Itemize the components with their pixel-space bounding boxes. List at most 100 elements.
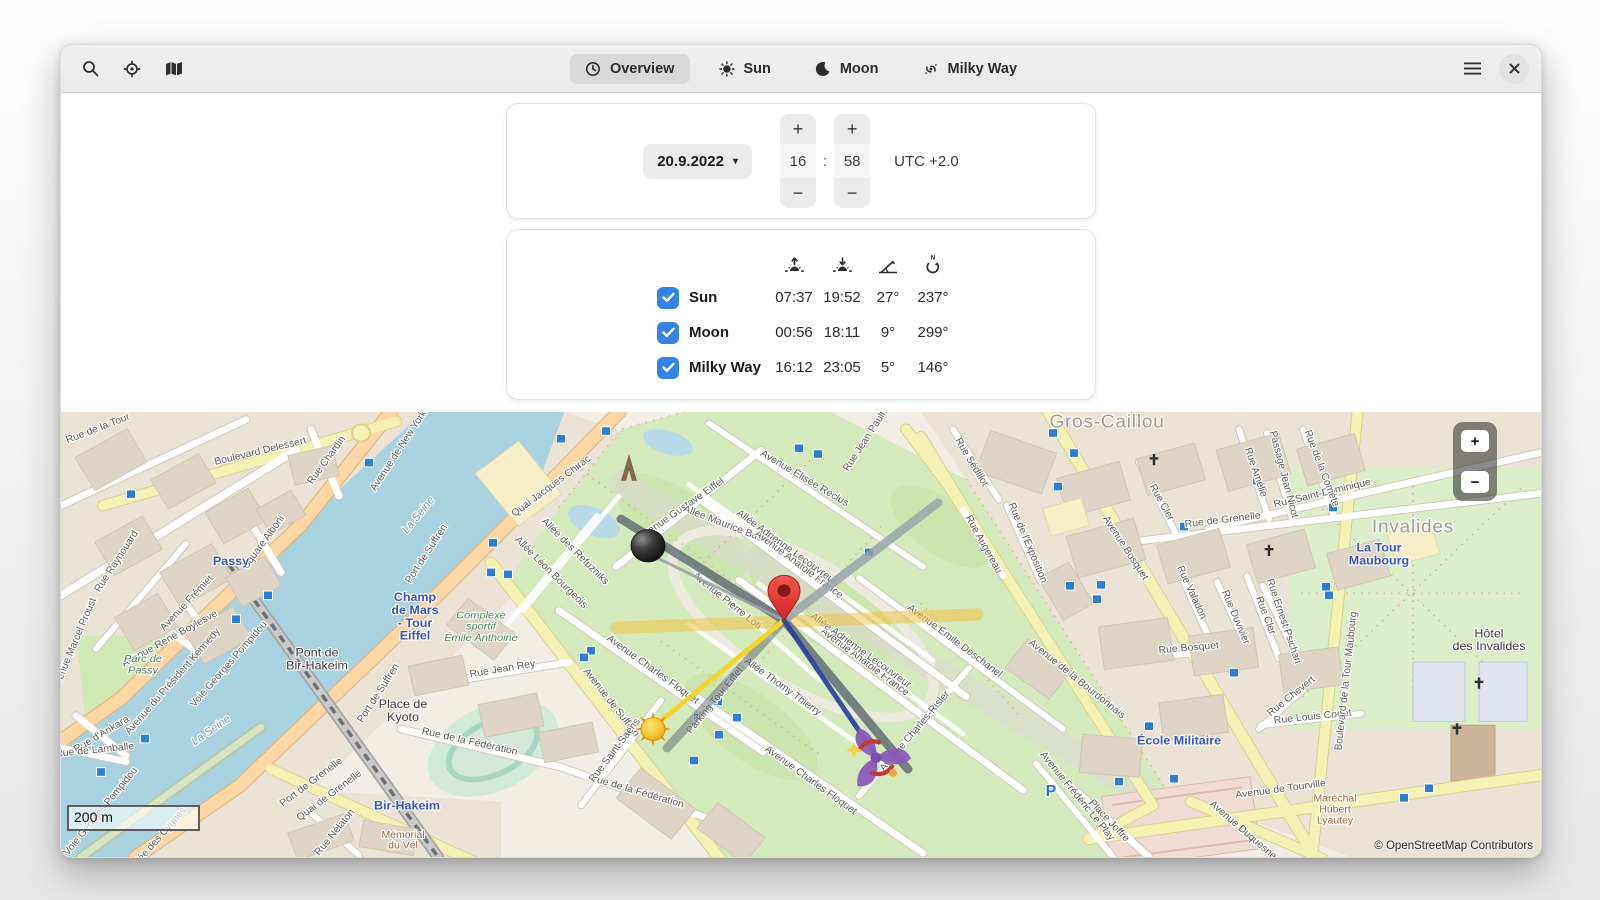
zoom-in-button[interactable]: + xyxy=(1461,430,1489,452)
moon-marker xyxy=(631,529,665,561)
locate-button[interactable] xyxy=(115,52,149,86)
map-type-button[interactable] xyxy=(157,52,191,86)
metro-square-marker xyxy=(690,756,699,765)
close-icon xyxy=(1509,63,1520,74)
metro-square-marker xyxy=(365,458,374,467)
tab-overview[interactable]: Overview xyxy=(570,54,690,84)
date-dropdown[interactable]: 20.9.2022 ▾ xyxy=(643,144,752,179)
map-canvas[interactable]: Rue de la TourBoulevard DelessertRue Cha… xyxy=(61,412,1541,857)
overview-panel: 20.9.2022 ▾ + 16 − : + 58 − UTC +2.0 xyxy=(61,93,1541,412)
milky-way-rise: 16:12 xyxy=(767,350,821,385)
hour-spinner: + 16 − xyxy=(780,114,816,208)
map-label: P xyxy=(1046,783,1057,800)
svg-text:N: N xyxy=(931,255,936,262)
metro-square-marker xyxy=(487,568,496,577)
zoom-divider xyxy=(1453,461,1497,462)
azimuth-icon: N xyxy=(913,242,953,280)
sun-rise: 07:37 xyxy=(767,280,821,315)
desktop-background: Overview Sun Moon Milky Way xyxy=(0,0,1600,900)
sun-icon xyxy=(718,61,734,77)
zoom-out-button[interactable]: − xyxy=(1461,471,1489,493)
sun-set: 19:52 xyxy=(821,280,863,315)
metro-square-marker xyxy=(1322,582,1331,591)
metro-square-marker xyxy=(733,713,742,722)
galaxy-icon xyxy=(922,61,938,77)
moon-altitude: 9° xyxy=(863,315,913,350)
view-switcher: Overview Sun Moon Milky Way xyxy=(570,45,1032,92)
hour-decrement-button[interactable]: − xyxy=(780,178,816,208)
map-label: La TourMaubourg xyxy=(1349,541,1409,568)
hour-increment-button[interactable]: + xyxy=(780,114,816,144)
metro-square-marker xyxy=(1145,722,1154,731)
metro-square-marker xyxy=(1230,668,1239,677)
milky-way-azimuth: 146° xyxy=(913,350,953,385)
map-label: Invalides xyxy=(1372,516,1454,537)
tab-milky-way[interactable]: Milky Way xyxy=(907,54,1032,84)
tab-sun[interactable]: Sun xyxy=(703,54,785,84)
metro-square-marker xyxy=(580,653,589,662)
metro-square-marker xyxy=(1170,774,1179,783)
map-label: Passy xyxy=(213,554,249,568)
datetime-card: 20.9.2022 ▾ + 16 − : + 58 − UTC +2.0 xyxy=(506,103,1096,219)
menu-button[interactable] xyxy=(1455,52,1489,86)
map-label: Parc dePassy xyxy=(124,653,162,676)
metro-square-marker xyxy=(557,434,566,443)
header-left-group xyxy=(73,52,191,86)
metro-square-marker xyxy=(795,444,804,453)
minute-value[interactable]: 58 xyxy=(834,144,870,178)
metro-square-marker xyxy=(1115,777,1124,786)
milky-way-set: 23:05 xyxy=(821,350,863,385)
search-icon xyxy=(82,60,99,77)
app-window: Overview Sun Moon Milky Way xyxy=(60,44,1542,858)
hour-value[interactable]: 16 xyxy=(780,144,816,178)
minute-spinner: + 58 − xyxy=(834,114,870,208)
sun-altitude: 27° xyxy=(863,280,913,315)
metro-square-marker xyxy=(97,768,106,777)
metro-square-marker xyxy=(1070,449,1079,458)
hamburger-icon xyxy=(1464,62,1481,75)
altitude-icon xyxy=(863,242,913,280)
tab-label: Moon xyxy=(840,61,879,77)
time-separator: : xyxy=(823,153,827,170)
map-label: Gros-Caillou xyxy=(1049,412,1164,431)
search-button[interactable] xyxy=(73,52,107,86)
metro-square-marker xyxy=(715,730,724,739)
header-right-group xyxy=(1455,52,1529,86)
map-zoom-control: + − xyxy=(1453,422,1497,501)
ephemeris-table: N Sun 07:37 19:52 27° 237° Moon 00:56 xyxy=(657,242,1095,385)
map-icon xyxy=(165,61,183,77)
moon-azimuth: 299° xyxy=(913,315,953,350)
map-attribution: © OpenStreetMap Contributors xyxy=(1374,840,1533,852)
map-scale-bar: 200 m xyxy=(67,805,200,831)
map-view[interactable]: Rue de la TourBoulevard DelessertRue Cha… xyxy=(61,412,1541,857)
moon-set: 18:11 xyxy=(821,315,863,350)
row-moon-name: Moon xyxy=(657,315,767,350)
metro-square-marker xyxy=(814,450,823,459)
metro-square-marker xyxy=(602,427,611,436)
row-sun-name: Sun xyxy=(657,280,767,315)
minute-decrement-button[interactable]: − xyxy=(834,178,870,208)
map-label: École Militaire xyxy=(1137,733,1221,748)
chevron-down-icon: ▾ xyxy=(733,156,738,167)
map-label: MaréchalHubertLyautey xyxy=(1313,794,1356,826)
clock-icon xyxy=(585,61,601,77)
close-button[interactable] xyxy=(1499,54,1529,84)
date-value: 20.9.2022 xyxy=(657,153,724,170)
tab-moon[interactable]: Moon xyxy=(800,54,894,84)
metro-square-marker xyxy=(141,734,150,743)
sun-azimuth: 237° xyxy=(913,280,953,315)
sun-checkbox[interactable] xyxy=(657,287,679,309)
metro-square-marker xyxy=(232,615,241,624)
tab-label: Sun xyxy=(743,61,770,77)
milky-way-checkbox[interactable] xyxy=(657,357,679,379)
metro-square-marker xyxy=(1425,784,1434,793)
metro-square-marker xyxy=(264,591,273,600)
tab-label: Milky Way xyxy=(947,61,1017,77)
moon-icon xyxy=(815,61,831,77)
empty-header-cell xyxy=(657,242,767,280)
ephemeris-card: N Sun 07:37 19:52 27° 237° Moon 00:56 xyxy=(506,229,1096,400)
minute-increment-button[interactable]: + xyxy=(834,114,870,144)
tab-label: Overview xyxy=(610,61,675,77)
metro-square-marker xyxy=(1066,582,1075,591)
moon-checkbox[interactable] xyxy=(657,322,679,344)
